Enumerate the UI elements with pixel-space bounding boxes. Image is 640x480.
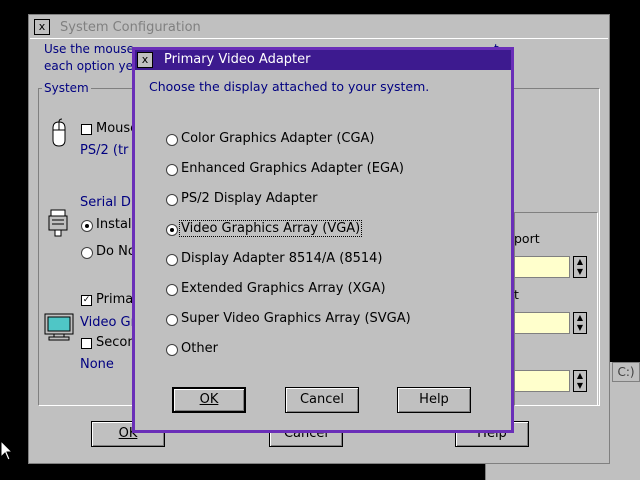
install-radio[interactable] bbox=[81, 220, 93, 232]
option-label: Color Graphics Adapter (CGA) bbox=[181, 131, 375, 146]
port-field-2[interactable] bbox=[514, 312, 570, 334]
system-menu-icon[interactable]: x bbox=[34, 19, 50, 35]
option-radio[interactable] bbox=[166, 254, 178, 266]
do-not-install-radio[interactable] bbox=[81, 247, 93, 259]
option-label: Super Video Graphics Array (SVGA) bbox=[181, 311, 411, 326]
option-radio[interactable] bbox=[166, 164, 178, 176]
option-radio[interactable] bbox=[166, 134, 178, 146]
option-radio[interactable] bbox=[166, 284, 178, 296]
port-spin-2[interactable]: ▲ ▼ bbox=[573, 312, 587, 334]
primary-display-checkbox[interactable]: ✓ bbox=[81, 295, 92, 306]
port-field-1[interactable] bbox=[514, 256, 570, 278]
secondary-display-checkbox[interactable] bbox=[81, 338, 92, 349]
primary-display-label: Prima bbox=[96, 292, 134, 307]
dialog-ok-label: OK bbox=[199, 392, 219, 407]
dialog-cancel-label: Cancel bbox=[299, 392, 345, 407]
serial-device-icon bbox=[48, 209, 68, 237]
primary-video-adapter-dialog bbox=[132, 47, 514, 433]
option-label: PS/2 Display Adapter bbox=[181, 191, 318, 206]
option-radio-selected[interactable] bbox=[166, 224, 178, 236]
instructions-line1: Use the mouse bbox=[44, 42, 135, 56]
dialog-prompt: Choose the display attached to your syst… bbox=[149, 79, 430, 94]
port-field-3[interactable] bbox=[514, 370, 570, 392]
port-spin-3[interactable]: ▲ ▼ bbox=[573, 370, 587, 392]
dialog-help-button[interactable]: Help bbox=[397, 387, 471, 413]
option-radio[interactable] bbox=[166, 314, 178, 326]
secondary-display-value: None bbox=[80, 357, 114, 372]
mouse-checkbox[interactable] bbox=[81, 124, 92, 135]
dialog-help-label: Help bbox=[419, 392, 449, 407]
port-label: port bbox=[514, 231, 540, 246]
option-radio[interactable] bbox=[166, 344, 178, 356]
dialog-cancel-button[interactable]: Cancel bbox=[285, 387, 359, 413]
mouse-icon bbox=[52, 118, 66, 147]
option-radio[interactable] bbox=[166, 194, 178, 206]
do-not-install-label: Do No bbox=[96, 244, 136, 259]
t-label: t bbox=[514, 287, 519, 302]
option-label: Video Graphics Array (VGA) bbox=[178, 220, 363, 237]
system-configuration-title: System Configuration bbox=[60, 20, 201, 35]
dialog-system-menu-icon[interactable]: x bbox=[137, 52, 153, 68]
serial-device-label: Serial D bbox=[80, 195, 131, 210]
mouse-value: PS/2 (tr bbox=[80, 143, 129, 158]
monitor-icon bbox=[44, 313, 74, 341]
option-label: Enhanced Graphics Adapter (EGA) bbox=[181, 161, 404, 176]
secondary-display-label: Secon bbox=[96, 335, 136, 350]
drive-label[interactable]: C:) bbox=[612, 362, 640, 382]
primary-display-value: Video Gr bbox=[80, 315, 136, 330]
instructions-line2: each option ye bbox=[44, 59, 133, 73]
option-label: Display Adapter 8514/A (8514) bbox=[181, 251, 383, 266]
install-label: Instal bbox=[96, 217, 132, 232]
system-group-label: System bbox=[42, 81, 91, 95]
mouse-pointer-icon bbox=[0, 440, 12, 461]
dialog-title: Primary Video Adapter bbox=[164, 52, 311, 67]
option-label: Extended Graphics Array (XGA) bbox=[181, 281, 386, 296]
option-label: Other bbox=[181, 341, 218, 356]
port-spin-1[interactable]: ▲ ▼ bbox=[573, 256, 587, 278]
dialog-ok-button[interactable]: OK bbox=[172, 387, 246, 413]
